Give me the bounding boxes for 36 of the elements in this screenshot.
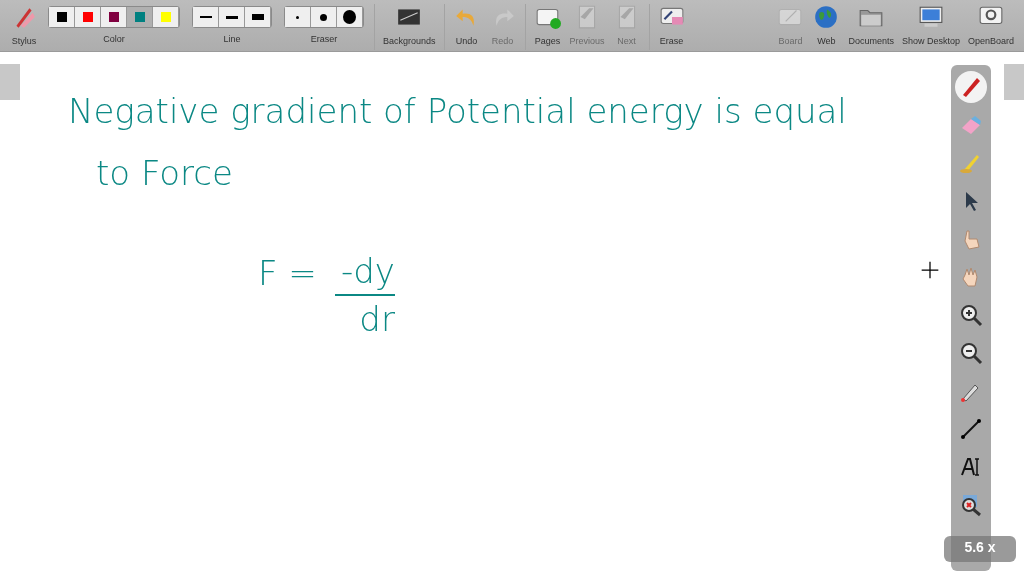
monitor-icon [917,4,944,30]
color-swatch[interactable] [153,7,179,27]
zoom-level: 5.6 x [964,538,996,557]
zoom-in-icon [959,303,983,327]
zoom-out-icon [959,341,983,365]
group-label: Line [223,33,241,46]
line-tool-icon [959,417,983,441]
toolbar-button[interactable]: Stylus [6,4,42,49]
crosshair-icon [920,260,940,280]
magnifier-icon [959,493,983,517]
eraser-size-button[interactable] [337,7,363,27]
toolbar-button[interactable]: Pages [529,4,566,49]
toolbar-button[interactable]: Undo [448,4,485,49]
toolbar-button[interactable]: Web [808,4,845,49]
color-swatch[interactable] [75,7,101,27]
dock-tool-button[interactable] [955,71,987,103]
group-label: Eraser [310,33,338,46]
toolbar-button[interactable]: Backgrounds [379,4,440,49]
handwritten-text: Negative gradient of Potential energy is equal [68,90,847,133]
handwritten-numerator: -dy [340,250,395,293]
handwritten-text: to Force [96,152,233,195]
handwritten-denominator: dr [359,298,395,341]
toolbar-button[interactable]: Erase [653,4,690,49]
toolbar-button[interactable]: Documents [844,4,898,49]
globe-icon [813,4,840,30]
eraser-size-button[interactable] [311,7,337,27]
toolbar-button[interactable]: OpenBoard [963,4,1018,49]
color-swatch[interactable] [49,7,75,27]
line-width-button[interactable] [219,7,245,27]
line-width-button[interactable] [245,7,271,27]
toolbar-button[interactable]: Show Desktop [897,4,964,49]
line-width-button[interactable] [193,7,219,27]
group-label: Color [103,33,125,46]
color-swatch[interactable] [101,7,127,27]
color-swatch[interactable] [127,7,153,27]
handwritten-formula-text: F = [258,252,317,295]
